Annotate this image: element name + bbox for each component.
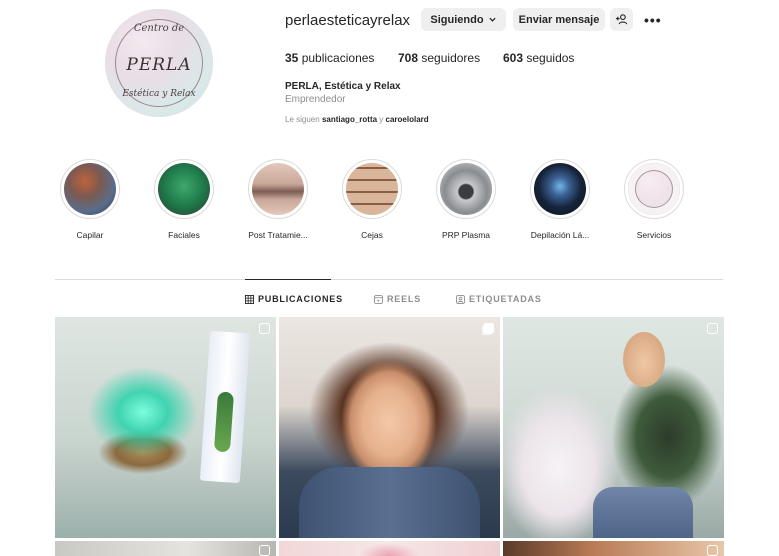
post-collar	[299, 467, 480, 538]
tabs-divider	[55, 279, 723, 280]
tagged-icon	[456, 294, 465, 304]
reel-icon	[259, 545, 270, 556]
highlight-thumbnail	[64, 163, 116, 215]
followed-by-user[interactable]: santiago_rotta	[322, 115, 377, 124]
highlight-ring	[154, 159, 214, 219]
post-tile[interactable]	[55, 317, 276, 538]
more-options-icon[interactable]: •••	[644, 12, 662, 28]
post-flower	[359, 543, 419, 556]
reel-icon	[707, 323, 718, 334]
tab-publicaciones[interactable]: PUBLICACIONES	[245, 294, 343, 304]
post-tile[interactable]	[279, 541, 500, 556]
highlight-thumbnail	[628, 163, 680, 215]
highlight-cejas[interactable]: Cejas	[334, 159, 410, 240]
highlight-label: PRP Plasma	[441, 230, 491, 240]
product-box-plant	[213, 391, 235, 453]
avatar-text-mid: PERLA	[126, 55, 192, 75]
posts-count-value: 35	[285, 51, 299, 65]
followed-by-prefix: Le siguen	[285, 115, 320, 124]
highlight-post-tratamiento[interactable]: Post Tratamie...	[240, 159, 316, 240]
add-user-icon	[615, 14, 628, 25]
highlight-prp-plasma[interactable]: PRP Plasma	[428, 159, 504, 240]
profile-username: perlaesteticayrelax	[285, 12, 411, 29]
highlight-ring	[342, 159, 402, 219]
active-tab-indicator	[245, 279, 331, 280]
avatar-text-top: Centro de	[133, 23, 185, 34]
highlight-thumbnail	[158, 163, 210, 215]
post-tile[interactable]	[55, 541, 276, 556]
send-message-label: Enviar mensaje	[518, 13, 600, 26]
highlight-label: Servicios	[636, 230, 672, 240]
following-count[interactable]: 603 seguidos	[503, 51, 574, 65]
followed-by-user[interactable]: caroelolard	[386, 115, 429, 124]
posts-count-label: publicaciones	[301, 51, 375, 65]
followers-count[interactable]: 708 seguidores	[398, 51, 480, 65]
highlight-ring	[436, 159, 496, 219]
highlight-thumbnail	[346, 163, 398, 215]
carousel-icon	[484, 323, 494, 333]
following-button[interactable]: Siguiendo	[421, 8, 506, 31]
highlight-ring	[248, 159, 308, 219]
post-tile[interactable]	[503, 541, 724, 556]
profile-category: Emprendedor	[285, 94, 346, 105]
tab-etiquetadas[interactable]: ETIQUETADAS	[456, 294, 542, 304]
send-message-button[interactable]: Enviar mensaje	[513, 8, 605, 31]
tab-label: REELS	[387, 294, 422, 304]
highlight-ring	[624, 159, 684, 219]
product-box	[199, 330, 251, 484]
highlight-ring	[60, 159, 120, 219]
post-face	[623, 332, 665, 387]
highlight-capilar[interactable]: Capilar	[52, 159, 128, 240]
highlight-thumbnail	[534, 163, 586, 215]
grid-icon	[245, 294, 254, 304]
highlight-depilacion-laser[interactable]: Depilación Lá...	[522, 159, 598, 240]
chevron-down-icon	[488, 17, 496, 22]
following-count-label: seguidos	[526, 51, 575, 65]
reel-icon	[259, 323, 270, 334]
profile-avatar[interactable]: Centro de PERLA Estética y Relax	[105, 9, 213, 117]
highlight-servicios[interactable]: Servicios	[616, 159, 692, 240]
following-button-label: Siguiendo	[430, 13, 484, 26]
posts-count: 35 publicaciones	[285, 51, 374, 65]
avatar-text-bottom: Estética y Relax	[122, 89, 196, 99]
highlight-label: Capilar	[76, 230, 104, 240]
followed-by[interactable]: Le siguen santiago_rotta y caroelolard	[285, 115, 429, 124]
post-jeans	[593, 487, 693, 538]
highlight-thumbnail	[252, 163, 304, 215]
highlight-thumbnail	[440, 163, 492, 215]
highlight-label: Faciales	[168, 230, 200, 240]
post-tile[interactable]	[503, 317, 724, 538]
profile-full-name: PERLA, Estética y Relax	[285, 81, 401, 92]
tab-label: ETIQUETADAS	[469, 294, 542, 304]
highlight-ring	[530, 159, 590, 219]
tab-label: PUBLICACIONES	[258, 294, 343, 304]
followers-count-label: seguidores	[421, 51, 481, 65]
highlight-label: Depilación Lá...	[530, 230, 590, 240]
suggest-users-button[interactable]	[610, 8, 633, 31]
post-tile[interactable]	[279, 317, 500, 538]
tab-reels[interactable]: REELS	[374, 294, 421, 304]
reel-icon	[707, 545, 718, 556]
followers-count-value: 708	[398, 51, 419, 65]
reels-icon	[374, 294, 383, 304]
highlight-label: Post Tratamie...	[248, 230, 308, 240]
highlight-label: Cejas	[361, 230, 383, 240]
highlight-faciales[interactable]: Faciales	[146, 159, 222, 240]
followed-by-joiner: y	[379, 115, 384, 124]
following-count-value: 603	[503, 51, 524, 65]
